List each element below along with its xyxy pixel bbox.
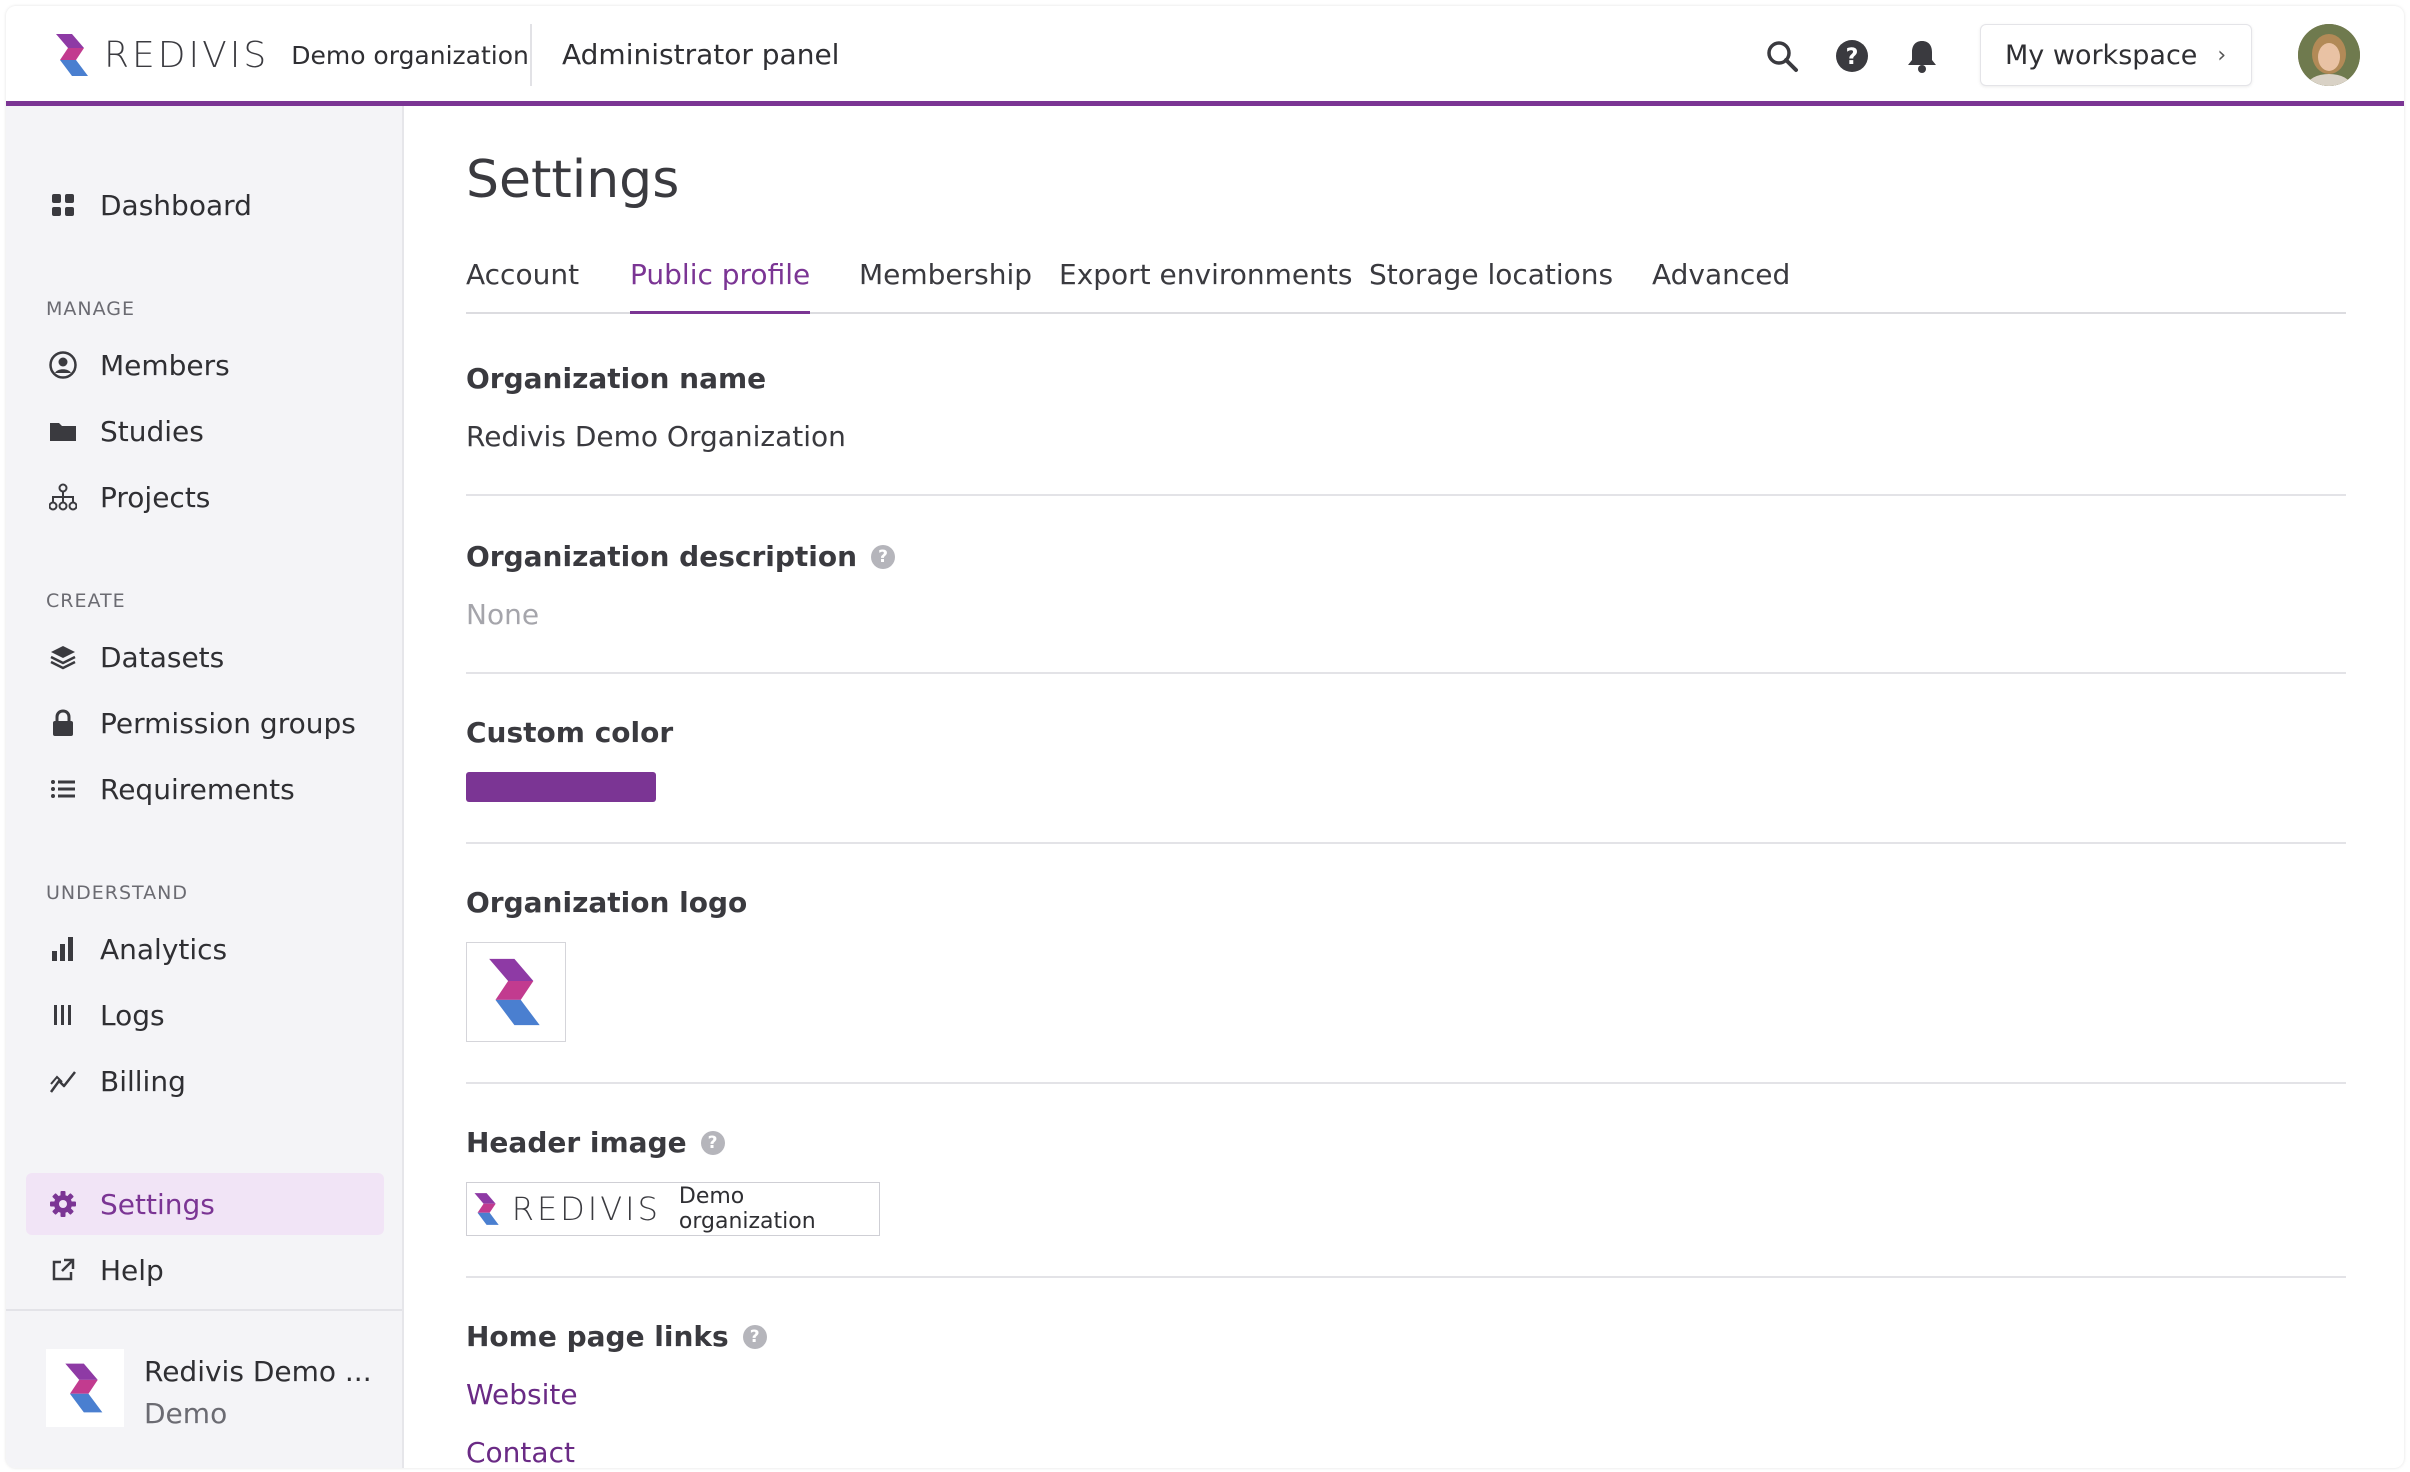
dashboard-icon [48,190,78,220]
sidebar-item-label: Studies [100,414,204,448]
sidebar-item-projects[interactable]: Projects [26,466,384,528]
section-heading-manage: MANAGE [46,298,135,320]
org-logo-preview [466,942,566,1042]
sidebar-item-label: Permission groups [100,706,356,740]
sidebar-item-datasets[interactable]: Datasets [26,626,384,688]
sidebar-item-label: Requirements [100,772,295,806]
header-image-preview: REDIVIS Demo organization [466,1182,880,1236]
folder-icon [48,416,78,446]
home-links-label: Home page links ? [466,1320,767,1353]
list-icon [48,774,78,804]
section-heading-understand: UNDERSTAND [46,882,188,904]
sidebar-item-billing[interactable]: Billing [26,1050,384,1112]
org-switcher[interactable]: Redivis Demo ... Demo [6,1309,402,1468]
redivis-logo-icon [56,34,88,76]
sidebar-item-label: Analytics [100,932,228,966]
page-title: Settings [466,150,680,210]
tab-account[interactable]: Account [466,258,579,314]
custom-color-label: Custom color [466,716,674,749]
custom-color-swatch [466,772,656,802]
section-custom-color: Custom color [466,674,2346,844]
help-icon[interactable]: ? [700,1130,725,1155]
home-link-website[interactable]: Website [466,1378,578,1411]
org-name-label: Organization name [466,362,767,395]
header-image-label: Header image ? [466,1126,725,1159]
org-name: Redivis Demo ... [144,1355,372,1388]
sidebar-item-members[interactable]: Members [26,334,384,396]
help-icon[interactable]: ? [742,1324,767,1349]
sidebar-item-label: Datasets [100,640,225,674]
home-link-contact[interactable]: Contact [466,1436,575,1468]
brand-wordmark: REDIVIS [104,34,270,76]
sidebar-item-logs[interactable]: Logs [26,984,384,1046]
org-description-value: None [466,598,540,631]
section-org-description: Organization description ? None [466,496,2346,674]
redivis-logo-icon [489,958,540,1026]
logs-icon [48,1000,78,1030]
org-description-label-text: Organization description [466,540,858,573]
header-image-org: Demo organization [678,1184,816,1234]
sidebar-item-label: Billing [100,1064,186,1098]
search-icon[interactable] [1762,36,1802,76]
org-name-value: Redivis Demo Organization [466,420,846,453]
section-header-image: Header image ? REDIVIS Demo organization [466,1084,2346,1278]
sidebar-item-settings[interactable]: Settings [26,1173,384,1235]
section-org-logo: Organization logo [466,844,2346,1084]
sidebar: Dashboard MANAGE Members Studies Project… [6,106,404,1468]
my-workspace-label: My workspace [2005,39,2198,71]
sidebar-item-label: Help [100,1253,164,1287]
lock-icon [48,708,78,738]
hierarchy-icon [48,482,78,512]
gear-icon [48,1189,78,1219]
section-org-name: Organization name Redivis Demo Organizat… [466,314,2346,496]
tab-storage-locations[interactable]: Storage locations [1369,258,1613,314]
sidebar-item-label: Projects [100,480,211,514]
layers-icon [48,642,78,672]
svg-text:?: ? [1846,45,1859,70]
my-workspace-button[interactable]: My workspace › [1980,24,2252,86]
org-logo-label: Organization logo [466,886,748,919]
org-description-label: Organization description ? [466,540,896,573]
header-image-label-text: Header image [466,1126,687,1159]
trend-line-icon [48,1066,78,1096]
tab-membership[interactable]: Membership [859,258,1032,314]
divider [530,24,532,86]
sidebar-item-studies[interactable]: Studies [26,400,384,462]
bar-chart-icon [48,934,78,964]
section-home-page-links: Home page links ? Website Contact [466,1278,2346,1468]
help-icon[interactable]: ? [1832,36,1872,76]
home-links-label-text: Home page links [466,1320,729,1353]
redivis-logo-icon [474,1193,499,1225]
external-link-icon [48,1255,78,1285]
tab-advanced[interactable]: Advanced [1652,258,1790,314]
sidebar-item-label: Members [100,348,230,382]
tab-public-profile[interactable]: Public profile [630,258,811,314]
section-heading-create: CREATE [46,590,126,612]
avatar[interactable] [2298,24,2360,86]
sidebar-item-label: Logs [100,998,165,1032]
tab-export-environments[interactable]: Export environments [1059,258,1352,314]
sidebar-item-label: Settings [100,1187,215,1221]
org-logo [46,1349,124,1427]
sidebar-item-requirements[interactable]: Requirements [26,758,384,820]
user-circle-icon [48,350,78,380]
org-subtitle: Demo [144,1397,228,1430]
redivis-logo-icon [65,1363,103,1413]
chevron-right-icon: › [2217,42,2227,68]
sidebar-item-dashboard[interactable]: Dashboard [26,174,384,236]
sidebar-item-analytics[interactable]: Analytics [26,918,384,980]
sidebar-item-help[interactable]: Help [26,1239,384,1301]
bell-icon[interactable] [1902,36,1942,76]
top-bar: REDIVIS Demo organization Administrator … [6,6,2404,106]
header-image-wordmark: REDIVIS [511,1190,661,1228]
help-icon[interactable]: ? [871,544,896,569]
settings-tabs: Account Public profile Membership Export… [466,252,2346,314]
main-content: Settings Account Public profile Membersh… [406,106,2404,1468]
panel-title: Administrator panel [562,38,840,71]
sidebar-item-label: Dashboard [100,188,252,222]
sidebar-item-permission-groups[interactable]: Permission groups [26,692,384,754]
org-label: Demo organization [291,40,529,70]
app-window: REDIVIS Demo organization Administrator … [6,6,2404,1468]
brand[interactable]: REDIVIS Demo organization [54,30,529,80]
